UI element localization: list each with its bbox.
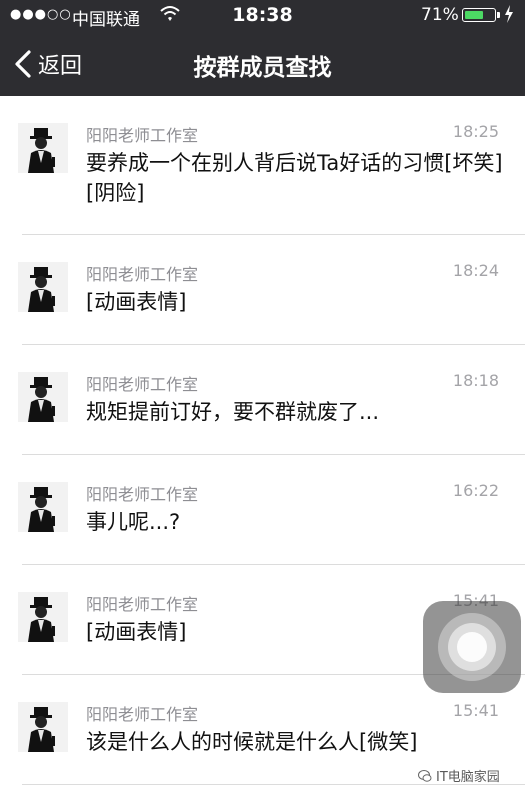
avatar-figure-icon <box>18 702 68 752</box>
message-time: 18:18 <box>452 371 499 390</box>
avatar-figure-icon <box>18 592 68 642</box>
battery-percent: 71% <box>421 5 459 25</box>
message-row[interactable]: 阳阳老师工作室 18:18 规矩提前订好，要不群就废了... <box>0 345 525 455</box>
message-time: 16:22 <box>452 481 499 500</box>
message-text: 规矩提前订好，要不群就废了... <box>86 400 380 424</box>
avatar[interactable] <box>18 482 68 532</box>
message-text: 该是什么人的时候就是什么人[微笑] <box>86 730 418 754</box>
avatar[interactable] <box>18 123 68 173</box>
avatar-figure-icon <box>18 123 68 173</box>
sender-name: 阳阳老师工作室 <box>86 265 199 284</box>
avatar-figure-icon <box>18 262 68 312</box>
battery-level-fill <box>465 11 484 19</box>
avatar-figure-icon <box>18 372 68 422</box>
message-time: 18:24 <box>452 261 499 280</box>
message-text: 事儿呢...? <box>86 510 181 534</box>
watermark: IT电脑家园 <box>418 766 500 785</box>
message-row[interactable]: 阳阳老师工作室 18:24 [动画表情] <box>0 235 525 345</box>
watermark-text: IT电脑家园 <box>436 770 500 785</box>
charging-bolt-icon <box>505 5 513 23</box>
message-time: 15:41 <box>452 701 499 720</box>
top-bar: ●●●○○ 中国联通 18:38 71% 返回 按群成员查找 <box>0 0 525 96</box>
wechat-bubble-icon <box>418 769 432 782</box>
avatar[interactable] <box>18 262 68 312</box>
message-text: 要养成一个在别人背后说Ta好话的习惯[坏笑][阴险] <box>86 151 503 205</box>
sender-name: 阳阳老师工作室 <box>86 485 199 504</box>
avatar[interactable] <box>18 592 68 642</box>
sender-name: 阳阳老师工作室 <box>86 126 199 145</box>
sender-name: 阳阳老师工作室 <box>86 705 199 724</box>
message-row[interactable]: 阳阳老师工作室 16:22 事儿呢...? <box>0 455 525 565</box>
message-text: [动画表情] <box>86 290 187 314</box>
message-time: 18:25 <box>452 122 499 141</box>
status-bar: ●●●○○ 中国联通 18:38 71% <box>0 0 525 32</box>
assistive-touch-button[interactable] <box>423 601 521 693</box>
battery-icon <box>462 8 500 22</box>
avatar[interactable] <box>18 372 68 422</box>
sender-name: 阳阳老师工作室 <box>86 595 199 614</box>
avatar-figure-icon <box>18 482 68 532</box>
page-title: 按群成员查找 <box>193 55 332 81</box>
sender-name: 阳阳老师工作室 <box>86 375 199 394</box>
assistive-touch-ring-inner <box>457 632 487 662</box>
navigation-bar: 返回 按群成员查找 <box>0 32 525 96</box>
avatar[interactable] <box>18 702 68 752</box>
message-row[interactable]: 阳阳老师工作室 18:25 要养成一个在别人背后说Ta好话的习惯[坏笑][阴险] <box>0 96 525 235</box>
